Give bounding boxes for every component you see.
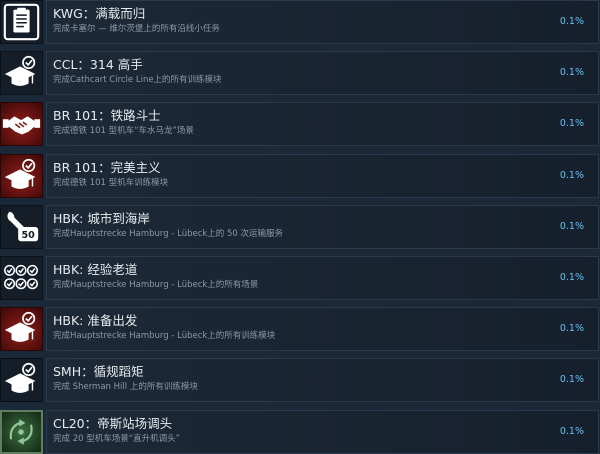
handshake-icon — [0, 102, 43, 146]
wrench-50-icon: 50 — [0, 205, 43, 249]
unlock-percentage: 0.1% — [559, 170, 584, 181]
achievement-description: 完成德铁 101 型机车“车水马龙”场景 — [53, 126, 194, 136]
turn-arrows-icon — [0, 410, 43, 454]
achievement-row: 50 HBK: 城市到海岸完成Hauptstrecke Hamburg - Lüb… — [0, 205, 600, 249]
achievement-row: BR 101：铁路斗士完成德铁 101 型机车“车水马龙”场景 0.1% — [0, 102, 600, 146]
achievement-title: BR 101：完美主义 — [53, 160, 161, 175]
achievement-panel: KWG：满载而归完成卡塞尔 — 维尔茨堡上的所有沿线小任务 0.1% — [46, 0, 599, 44]
achievement-panel: HBK: 准备出发完成Hauptstrecke Hamburg - Lübeck… — [46, 307, 599, 351]
unlock-percentage: 0.1% — [559, 323, 584, 334]
achievement-row: BR 101：完美主义完成德铁 101 型机车训练模块 0.1% — [0, 154, 600, 198]
achievement-row: CL20：帝斯站场调头完成 20 型机车场景“直升机调头” 0.1% — [0, 410, 600, 454]
achievement-panel: BR 101：完美主义完成德铁 101 型机车训练模块 0.1% — [46, 154, 599, 198]
achievement-description: 完成德铁 101 型机车训练模块 — [53, 178, 169, 188]
unlock-percentage: 0.1% — [559, 374, 584, 385]
achievement-description: 完成 20 型机车场景“直升机调头” — [53, 434, 181, 444]
achievement-panel: SMH：循规蹈矩完成 Sherman Hill 上的所有训练模块 0.1% — [46, 358, 599, 402]
achievement-description: 完成Hauptstrecke Hamburg - Lübeck上的 50 次运输… — [53, 229, 284, 239]
achievement-title: HBK: 经验老道 — [53, 262, 138, 277]
achievement-panel: BR 101：铁路斗士完成德铁 101 型机车“车水马龙”场景 0.1% — [46, 102, 599, 146]
graduation-cap-check-icon — [0, 154, 43, 198]
achievement-description: 完成Hauptstrecke Hamburg - Lübeck上的所有场景 — [53, 280, 259, 290]
unlock-percentage: 0.1% — [559, 118, 584, 129]
achievement-description: 完成Hauptstrecke Hamburg - Lübeck上的所有训练模块 — [53, 331, 276, 341]
achievement-title: BR 101：铁路斗士 — [53, 108, 161, 123]
achievement-panel: CCL：314 高手完成Cathcart Circle Line上的所有训练模块… — [46, 51, 599, 95]
unlock-percentage: 0.1% — [559, 16, 584, 27]
achievement-title: HBK: 准备出发 — [53, 313, 138, 328]
graduation-cap-check-icon — [0, 51, 43, 95]
achievement-description: 完成Cathcart Circle Line上的所有训练模块 — [53, 75, 222, 85]
achievement-panel: CL20：帝斯站场调头完成 20 型机车场景“直升机调头” 0.1% — [46, 410, 599, 454]
icon-50-text: 50 — [22, 230, 36, 241]
achievement-description: 完成卡塞尔 — 维尔茨堡上的所有沿线小任务 — [53, 24, 220, 34]
achievement-panel: HBK: 经验老道完成Hauptstrecke Hamburg - Lübeck… — [46, 256, 599, 300]
achievement-title: SMH：循规蹈矩 — [53, 364, 144, 379]
unlock-percentage: 0.1% — [559, 67, 584, 78]
achievement-description: 完成 Sherman Hill 上的所有训练模块 — [53, 382, 198, 392]
multi-check-icon — [0, 256, 43, 300]
achievement-panel: HBK: 城市到海岸完成Hauptstrecke Hamburg - Lübec… — [46, 205, 599, 249]
clipboard-icon — [0, 0, 43, 44]
achievement-title: CCL：314 高手 — [53, 57, 143, 72]
unlock-percentage: 0.1% — [559, 426, 584, 437]
achievement-row: SMH：循规蹈矩完成 Sherman Hill 上的所有训练模块 0.1% — [0, 358, 600, 402]
achievement-title: HBK: 城市到海岸 — [53, 211, 150, 226]
achievement-title: KWG：满载而归 — [53, 6, 146, 21]
achievement-row: HBK: 经验老道完成Hauptstrecke Hamburg - Lübeck… — [0, 256, 600, 300]
graduation-cap-check-icon — [0, 307, 43, 351]
achievement-row: KWG：满载而归完成卡塞尔 — 维尔茨堡上的所有沿线小任务 0.1% — [0, 0, 600, 44]
achievement-title: CL20：帝斯站场调头 — [53, 416, 173, 431]
achievement-row: CCL：314 高手完成Cathcart Circle Line上的所有训练模块… — [0, 51, 600, 95]
unlock-percentage: 0.1% — [559, 272, 584, 283]
graduation-cap-check-icon — [0, 358, 43, 402]
unlock-percentage: 0.1% — [559, 221, 584, 232]
achievement-row: HBK: 准备出发完成Hauptstrecke Hamburg - Lübeck… — [0, 307, 600, 351]
